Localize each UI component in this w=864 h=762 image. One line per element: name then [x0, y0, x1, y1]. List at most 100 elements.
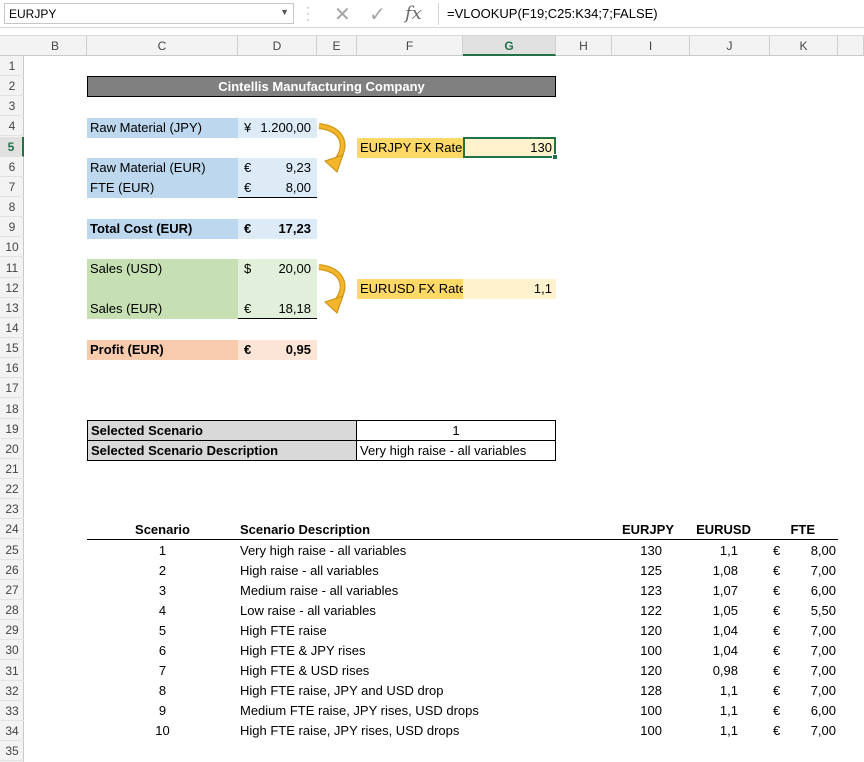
row-header-28[interactable]: 28 [0, 600, 24, 621]
eurusd-label[interactable]: EURUSD FX Rate [357, 279, 466, 299]
scenario-number[interactable]: 10 [87, 721, 238, 741]
raw-material-eur-label[interactable]: Raw Material (EUR) [87, 158, 238, 178]
scenario-description[interactable]: Medium FTE raise, JPY rises, USD drops [240, 701, 600, 721]
scenario-eurjpy[interactable]: 128 [612, 681, 662, 701]
header-fte[interactable]: FTE [770, 520, 815, 540]
scenario-eurusd[interactable]: 1,1 [690, 541, 738, 561]
column-header-k[interactable]: K [770, 36, 838, 56]
eurusd-value[interactable]: 1,1 [463, 279, 556, 299]
scenario-eurjpy[interactable]: 100 [612, 721, 662, 741]
scenario-number[interactable]: 9 [87, 701, 238, 721]
scenario-euro-symbol[interactable]: € [773, 561, 785, 581]
total-cost-label[interactable]: Total Cost (EUR) [87, 219, 238, 239]
row-header-25[interactable]: 25 [0, 540, 24, 560]
row-header-29[interactable]: 29 [0, 620, 24, 641]
scenario-description[interactable]: High FTE & JPY rises [240, 641, 600, 661]
total-cost-cell[interactable]: € 17,23 [238, 219, 317, 239]
scenario-description[interactable]: Low raise - all variables [240, 601, 600, 621]
scenario-euro-symbol[interactable]: € [773, 701, 785, 721]
scenario-fte[interactable]: 7,00 [785, 621, 836, 641]
scenario-eurjpy[interactable]: 120 [612, 661, 662, 681]
header-eurjpy[interactable]: EURJPY [612, 520, 675, 540]
scenario-eurusd[interactable]: 0,98 [690, 661, 738, 681]
scenario-euro-symbol[interactable]: € [773, 641, 785, 661]
scenario-description[interactable]: High FTE raise, JPY and USD drop [240, 681, 600, 701]
scenario-eurusd[interactable]: 1,04 [690, 621, 738, 641]
scenario-number[interactable]: 4 [87, 601, 238, 621]
sales-usd-label[interactable]: Sales (USD) [87, 259, 238, 279]
cancel-icon[interactable]: ✕ [334, 2, 351, 27]
drag-handle-icon[interactable]: · · · [306, 1, 312, 25]
row-header-19[interactable]: 19 [0, 419, 24, 439]
scenario-eurjpy[interactable]: 123 [612, 581, 662, 601]
row-header-5[interactable]: 5 [0, 136, 24, 157]
scenario-fte[interactable]: 5,50 [785, 601, 836, 621]
row-header-4[interactable]: 4 [0, 116, 24, 137]
row-header-9[interactable]: 9 [0, 217, 24, 238]
row-header-26[interactable]: 26 [0, 560, 24, 580]
row-header-18[interactable]: 18 [0, 399, 24, 419]
row-header-33[interactable]: 33 [0, 701, 24, 721]
scenario-euro-symbol[interactable]: € [773, 661, 785, 681]
row-header-16[interactable]: 16 [0, 358, 24, 379]
column-header-e[interactable]: E [317, 36, 357, 56]
row-header-13[interactable]: 13 [0, 298, 24, 318]
scenario-euro-symbol[interactable]: € [773, 621, 785, 641]
scenario-eurusd[interactable]: 1,04 [690, 641, 738, 661]
scenario-fte[interactable]: 7,00 [785, 661, 836, 681]
row-header-7[interactable]: 7 [0, 177, 24, 197]
scenario-fte[interactable]: 7,00 [785, 721, 836, 741]
row-header-34[interactable]: 34 [0, 721, 24, 741]
row-header-21[interactable]: 21 [0, 459, 24, 479]
selected-scenario-value[interactable]: 1 [356, 420, 556, 441]
row-header-8[interactable]: 8 [0, 197, 24, 218]
header-eurusd[interactable]: EURUSD [690, 520, 752, 540]
row-header-11[interactable]: 11 [0, 258, 24, 278]
scenario-number[interactable]: 3 [87, 581, 238, 601]
row-header-35[interactable]: 35 [0, 741, 24, 762]
sales-spacer-cell[interactable] [87, 279, 238, 299]
scenario-eurusd[interactable]: 1,1 [690, 701, 738, 721]
row-header-14[interactable]: 14 [0, 318, 24, 338]
scenario-description[interactable]: High raise - all variables [240, 561, 600, 581]
row-header-31[interactable]: 31 [0, 661, 24, 681]
column-header-i[interactable]: I [612, 36, 690, 56]
header-description[interactable]: Scenario Description [240, 520, 460, 540]
scenario-description[interactable]: High FTE & USD rises [240, 661, 600, 681]
profit-cell[interactable]: € 0,95 [238, 340, 317, 360]
scenario-eurjpy[interactable]: 100 [612, 701, 662, 721]
fte-label[interactable]: FTE (EUR) [87, 178, 238, 198]
scenario-number[interactable]: 8 [87, 681, 238, 701]
scenario-fte[interactable]: 7,00 [785, 561, 836, 581]
scenario-eurusd[interactable]: 1,07 [690, 581, 738, 601]
scenario-eurjpy[interactable]: 120 [612, 621, 662, 641]
column-header-b[interactable]: B [24, 36, 87, 56]
column-header-j[interactable]: J [690, 36, 770, 56]
row-header-20[interactable]: 20 [0, 439, 24, 459]
sales-usd-cell[interactable]: $ 20,00 [238, 259, 317, 279]
row-header-17[interactable]: 17 [0, 378, 24, 399]
scenario-euro-symbol[interactable]: € [773, 681, 785, 701]
scenario-fte[interactable]: 6,00 [785, 701, 836, 721]
column-header-f[interactable]: F [357, 36, 463, 56]
selected-desc-label[interactable]: Selected Scenario Description [87, 440, 357, 461]
raw-material-eur-cell[interactable]: € 9,23 [238, 158, 317, 178]
row-header-23[interactable]: 23 [0, 499, 24, 520]
scenario-euro-symbol[interactable]: € [773, 721, 785, 741]
insert-function-icon[interactable]: fx [405, 3, 422, 24]
column-header[interactable] [838, 36, 864, 56]
scenario-fte[interactable]: 6,00 [785, 581, 836, 601]
sales-eur-cell[interactable]: € 18,18 [238, 299, 317, 319]
scenario-euro-symbol[interactable]: € [773, 601, 785, 621]
sales-eur-label[interactable]: Sales (EUR) [87, 299, 238, 319]
row-header-12[interactable]: 12 [0, 278, 24, 298]
column-header-d[interactable]: D [238, 36, 317, 56]
scenario-number[interactable]: 7 [87, 661, 238, 681]
selected-desc-value[interactable]: Very high raise - all variables [356, 440, 556, 461]
raw-material-jpy-cell[interactable]: ¥ 1.200,00 [238, 118, 317, 138]
scenario-description[interactable]: Very high raise - all variables [240, 541, 600, 561]
row-header-27[interactable]: 27 [0, 580, 24, 600]
column-header-h[interactable]: H [556, 36, 612, 56]
formula-input[interactable]: =VLOOKUP(F19;C25:K34;7;FALSE) [447, 6, 658, 21]
scenario-number[interactable]: 2 [87, 561, 238, 581]
